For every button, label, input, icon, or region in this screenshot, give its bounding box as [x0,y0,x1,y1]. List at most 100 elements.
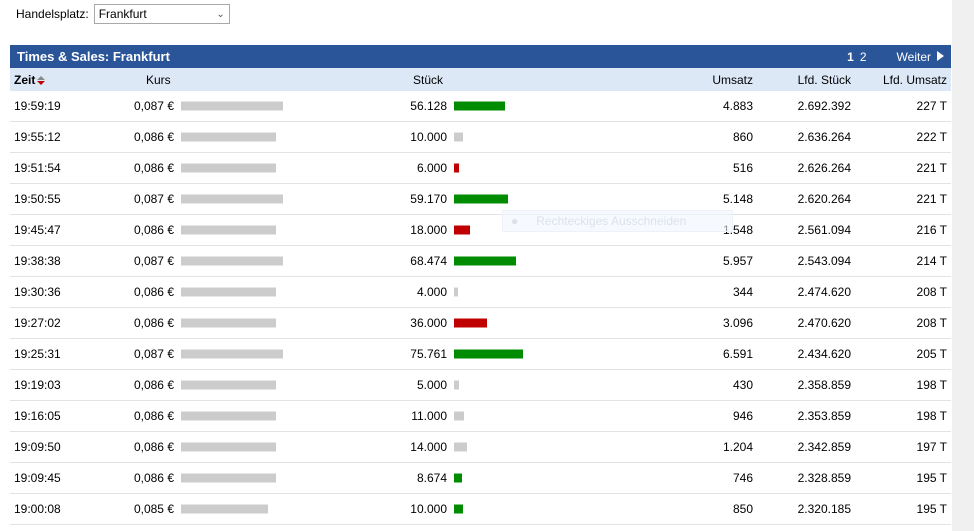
stueck-bar [454,256,517,266]
cell-kurs: 0,087 € [133,347,174,361]
col-zeit[interactable]: Zeit [14,73,46,87]
cell-umsatz: 6.591 [722,347,753,361]
cell-zeit: 19:09:45 [14,471,61,485]
cell-lfd-umsatz: 198 T [916,409,947,423]
cell-lfd-umsatz: 208 T [916,316,947,330]
cell-lfd-stueck: 2.470.620 [797,316,851,330]
col-stueck[interactable]: Stück [413,73,443,87]
sort-desc-icon [37,75,46,85]
page-2[interactable]: 2 [860,50,867,64]
col-umsatz[interactable]: Umsatz [712,73,753,87]
cell-zeit: 19:27:02 [14,316,61,330]
cell-lfd-umsatz: 221 T [916,192,947,206]
cell-kurs: 0,087 € [133,254,174,268]
col-lfd-stueck[interactable]: Lfd. Stück [798,73,851,87]
cell-kurs: 0,086 € [133,471,174,485]
table-row: 19:09:50 0,086 € 14.000 1.204 2.342.859 … [10,432,951,463]
cell-zeit: 19:50:55 [14,192,61,206]
handelsplatz-select[interactable]: Frankfurt ⌄ [93,4,230,24]
kurs-bar [181,287,276,297]
page-1[interactable]: 1 [847,50,854,64]
cell-umsatz: 946 [732,409,753,423]
cell-stueck: 10.000 [410,130,447,144]
kurs-bar [181,504,268,514]
table-row: 19:19:03 0,086 € 5.000 430 2.358.859 198… [10,370,951,401]
cell-lfd-umsatz: 216 T [916,223,947,237]
cell-stueck: 11.000 [411,409,447,423]
scrollbar[interactable] [952,0,974,531]
cell-stueck: 18.000 [410,223,447,237]
cell-umsatz: 1.204 [722,440,753,454]
cell-lfd-stueck: 2.561.094 [797,223,851,237]
cell-lfd-umsatz: 195 T [916,502,947,516]
col-kurs[interactable]: Kurs [146,73,171,87]
cell-zeit: 19:16:05 [14,409,61,423]
cell-kurs: 0,086 € [133,440,174,454]
table-row: 19:55:12 0,086 € 10.000 860 2.636.264 22… [10,122,951,153]
cell-lfd-stueck: 2.320.185 [797,502,851,516]
cell-lfd-stueck: 2.626.264 [797,161,851,175]
column-headers: Zeit Kurs Stück Umsatz Lfd. Stück Lfd. U… [10,68,951,91]
arrow-right-icon [937,50,944,61]
pagination: 1 2 Weiter [847,50,944,64]
cell-lfd-umsatz: 222 T [916,130,947,144]
snip-tooltip: ● Rechteckiges Ausschneiden [502,210,733,232]
cell-lfd-umsatz: 197 T [916,440,947,454]
cell-stueck: 68.474 [410,254,447,268]
cell-lfd-umsatz: 214 T [916,254,947,268]
cell-kurs: 0,085 € [133,502,174,516]
table-row: 19:00:08 0,085 € 10.000 850 2.320.185 19… [10,494,951,525]
cell-zeit: 19:00:08 [14,502,61,516]
panel-header: Times & Sales: Frankfurt 1 2 Weiter [10,45,951,68]
kurs-bar [181,349,283,359]
handelsplatz-label: Handelsplatz: [16,7,89,21]
table-row: 19:38:38 0,087 € 68.474 5.957 2.543.094 … [10,246,951,277]
handelsplatz-value: Frankfurt [98,7,147,21]
cell-zeit: 19:38:38 [14,254,61,268]
cell-kurs: 0,086 € [133,316,174,330]
next-button[interactable]: Weiter [897,50,944,64]
table-row: 19:16:05 0,086 € 11.000 946 2.353.859 19… [10,401,951,432]
cell-umsatz: 4.883 [722,99,753,113]
cell-kurs: 0,086 € [133,378,174,392]
col-lfd-umsatz[interactable]: Lfd. Umsatz [883,73,947,87]
kurs-bar [181,411,276,421]
stueck-bar [454,442,467,452]
cell-zeit: 19:45:47 [14,223,61,237]
cell-zeit: 19:30:36 [14,285,61,299]
cell-kurs: 0,086 € [133,130,174,144]
stueck-bar [454,380,459,390]
stueck-bar [454,349,523,359]
cell-lfd-umsatz: 205 T [916,347,947,361]
cell-lfd-stueck: 2.692.392 [797,99,851,113]
table-row: 19:59:19 0,087 € 56.128 4.883 2.692.392 … [10,91,951,122]
stueck-bar [454,318,487,328]
cell-lfd-umsatz: 221 T [916,161,947,175]
cell-lfd-stueck: 2.342.859 [797,440,851,454]
stueck-bar [454,504,464,514]
stueck-bar [454,163,460,173]
cell-stueck: 10.000 [410,502,447,516]
cell-umsatz: 5.957 [722,254,753,268]
next-label: Weiter [896,49,931,64]
table-row: 19:09:45 0,086 € 8.674 746 2.328.859 195… [10,463,951,494]
cell-lfd-stueck: 2.353.859 [797,409,851,423]
stueck-bar [454,101,506,111]
cell-lfd-stueck: 2.620.264 [797,192,851,206]
cell-kurs: 0,086 € [133,161,174,175]
stueck-bar [454,132,464,142]
cell-umsatz: 860 [732,130,753,144]
kurs-bar [181,163,276,173]
cell-zeit: 19:19:03 [14,378,61,392]
stueck-bar [454,411,464,421]
dot-icon: ● [511,214,519,228]
cell-kurs: 0,086 € [133,223,174,237]
cell-zeit: 19:51:54 [14,161,61,175]
table-row: 19:27:02 0,086 € 36.000 3.096 2.470.620 … [10,308,951,339]
kurs-bar [181,473,276,483]
cell-stueck: 14.000 [410,440,447,454]
cell-umsatz: 430 [732,378,753,392]
stueck-bar [454,473,462,483]
chevron-down-icon: ⌄ [216,8,225,20]
cell-umsatz: 516 [732,161,753,175]
